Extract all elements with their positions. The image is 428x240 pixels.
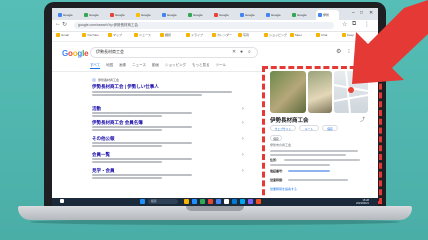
result-favicon-icon bbox=[92, 78, 96, 82]
search-filters: すべて 地図 画像 ニュース 動画 ショッピング もっと見る ツール bbox=[90, 63, 226, 69]
highlight-box bbox=[262, 66, 382, 204]
google-logo[interactable]: Google bbox=[62, 49, 89, 58]
chevron-right-icon[interactable]: › bbox=[242, 136, 244, 142]
result-snippet-line bbox=[92, 158, 192, 160]
result-snippet-line bbox=[92, 129, 162, 131]
result-site: 伊勢長材商工会 bbox=[98, 78, 120, 82]
chevron-right-icon[interactable]: › bbox=[242, 168, 244, 174]
apps-icon[interactable]: ⁝ bbox=[348, 48, 350, 55]
result-snippet-line bbox=[92, 142, 192, 144]
taskbar-app-icon[interactable] bbox=[256, 199, 261, 204]
taskbar-app-icon[interactable] bbox=[224, 199, 229, 204]
taskbar-app-icon[interactable] bbox=[200, 199, 205, 204]
taskbar-app-icon[interactable] bbox=[248, 199, 253, 204]
filter-tab[interactable]: 地図 bbox=[106, 63, 113, 69]
taskbar-app-icon[interactable] bbox=[192, 199, 197, 204]
result-snippet-line bbox=[92, 126, 192, 128]
start-icon[interactable] bbox=[140, 199, 145, 204]
result-snippet-line bbox=[92, 161, 162, 163]
filter-tab[interactable]: もっと見る bbox=[192, 63, 210, 69]
filter-tab[interactable]: ツール bbox=[215, 63, 226, 69]
search-icon[interactable]: ⌕ bbox=[248, 49, 251, 55]
result-snippet-line bbox=[92, 177, 162, 179]
taskbar-date: 2023/09/21 bbox=[356, 202, 369, 205]
result-snippet-line bbox=[92, 94, 202, 96]
taskbar-clock: 15:28 2023/09/21 bbox=[356, 199, 369, 205]
taskbar-app-icon[interactable] bbox=[184, 199, 189, 204]
filter-tab[interactable]: 動画 bbox=[152, 63, 159, 69]
avatar[interactable] bbox=[364, 48, 372, 56]
taskbar-app-icon[interactable] bbox=[232, 199, 237, 204]
taskbar-app-icon[interactable] bbox=[240, 199, 245, 204]
chevron-right-icon[interactable]: › bbox=[242, 152, 244, 158]
taskbar-search[interactable]: 検索 bbox=[148, 199, 178, 204]
weather-icon[interactable] bbox=[60, 199, 64, 203]
filter-tab[interactable]: ニュース bbox=[132, 63, 146, 69]
taskbar-app-icon[interactable] bbox=[216, 199, 221, 204]
result-snippet-line bbox=[92, 91, 232, 93]
result-snippet-line bbox=[92, 115, 162, 117]
result-snippet-line bbox=[92, 174, 192, 176]
mic-icon[interactable]: ● bbox=[240, 49, 243, 55]
filter-tab[interactable]: 画像 bbox=[119, 63, 126, 69]
clear-icon[interactable]: ✕ bbox=[232, 49, 236, 55]
result-snippet-line bbox=[92, 112, 192, 114]
result-title[interactable]: 伊勢長材商工会 | 伊勢しい仕事人 bbox=[92, 84, 159, 90]
filter-tab[interactable]: すべて bbox=[90, 63, 101, 69]
search-query[interactable]: 伊勢長材商工会 bbox=[96, 49, 124, 55]
laptop-notch bbox=[186, 206, 244, 211]
settings-icon[interactable]: ⚙ bbox=[336, 48, 341, 55]
chevron-right-icon[interactable]: › bbox=[242, 120, 244, 126]
chevron-right-icon[interactable]: › bbox=[242, 106, 244, 112]
filter-tab[interactable]: ショッピング bbox=[165, 63, 186, 69]
taskbar-app-icon[interactable] bbox=[208, 199, 213, 204]
windows-taskbar bbox=[52, 198, 378, 206]
result-snippet-line bbox=[92, 145, 162, 147]
